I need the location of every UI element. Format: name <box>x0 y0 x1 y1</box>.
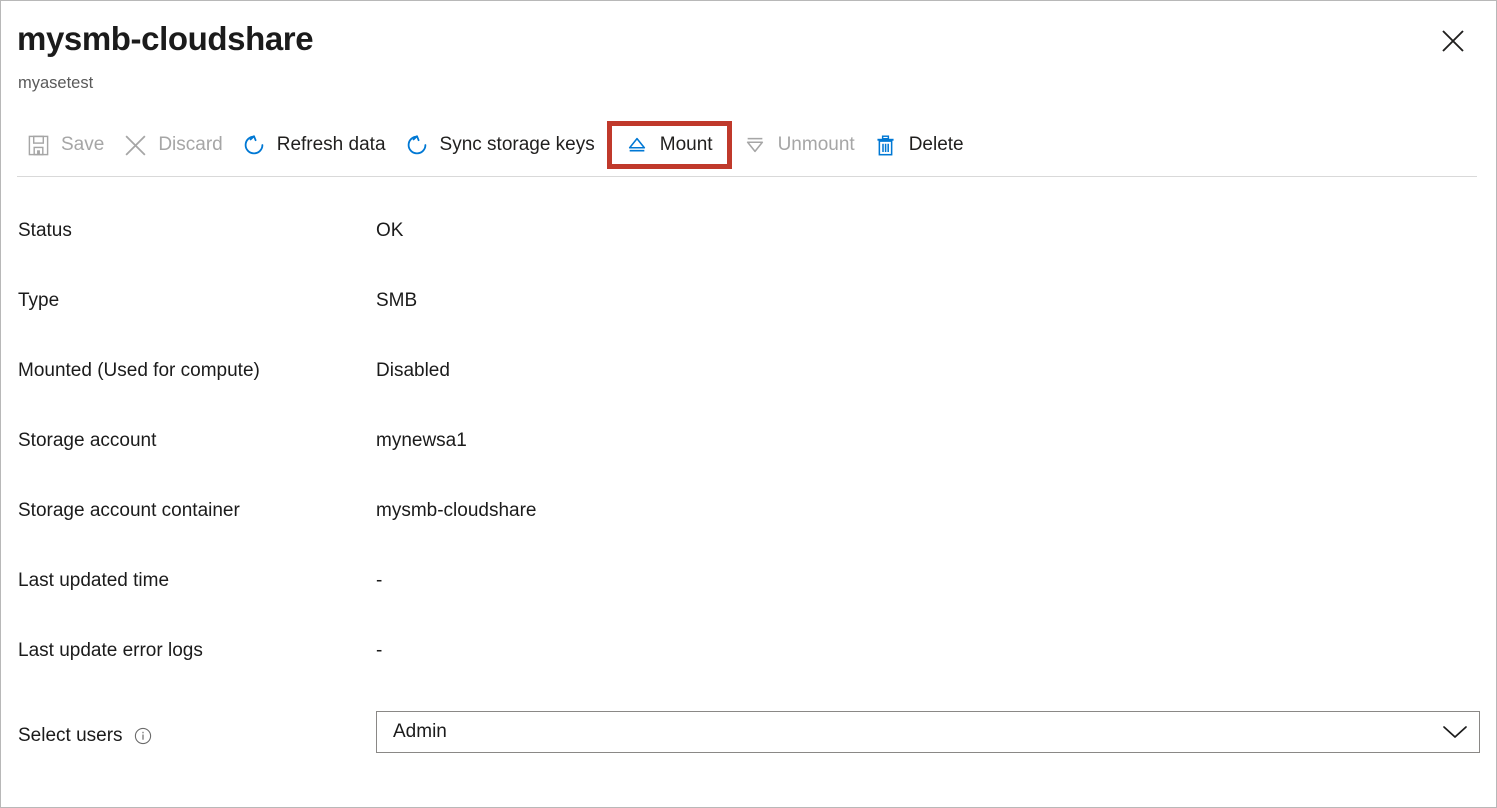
save-button[interactable]: Save <box>17 121 114 169</box>
save-label: Save <box>61 133 104 157</box>
property-value: mysmb-cloudshare <box>376 498 537 524</box>
share-details-panel: mysmb-cloudshare myasetest Save <box>0 0 1497 808</box>
unmount-icon <box>742 132 768 158</box>
property-label: Type <box>18 288 59 314</box>
property-row-status: Status OK <box>1 206 1496 276</box>
refresh-data-button[interactable]: Refresh data <box>233 121 396 169</box>
select-users-row: Select users Admin <box>1 706 1496 766</box>
property-label: Mounted (Used for compute) <box>18 358 260 384</box>
property-row-last-updated-time: Last updated time - <box>1 556 1496 626</box>
property-row-mounted: Mounted (Used for compute) Disabled <box>1 346 1496 416</box>
close-button[interactable] <box>1432 20 1474 62</box>
property-row-storage-account: Storage account mynewsa1 <box>1 416 1496 486</box>
property-row-storage-account-container: Storage account container mysmb-cloudsha… <box>1 486 1496 556</box>
refresh-icon <box>241 132 267 158</box>
refresh-data-label: Refresh data <box>277 133 386 157</box>
unmount-button[interactable]: Unmount <box>734 121 865 169</box>
property-value: - <box>376 638 382 664</box>
delete-button[interactable]: Delete <box>865 121 974 169</box>
mount-eject-icon <box>624 132 650 158</box>
select-users-label: Select users <box>18 723 123 749</box>
property-row-last-update-error-logs: Last update error logs - <box>1 626 1496 696</box>
delete-trash-icon <box>873 132 899 158</box>
toolbar-divider <box>17 176 1477 177</box>
property-value: SMB <box>376 288 417 314</box>
close-icon <box>1441 29 1465 53</box>
sync-storage-keys-label: Sync storage keys <box>440 133 595 157</box>
property-value: - <box>376 568 382 594</box>
select-users-label-group: Select users <box>18 723 152 749</box>
property-row-type: Type SMB <box>1 276 1496 346</box>
property-label: Storage account container <box>18 498 240 524</box>
panel-header: mysmb-cloudshare myasetest <box>1 1 1496 111</box>
property-label: Status <box>18 218 72 244</box>
property-value: OK <box>376 218 403 244</box>
mount-label: Mount <box>660 133 713 157</box>
property-label: Last update error logs <box>18 638 203 664</box>
mount-button[interactable]: Mount <box>607 121 732 169</box>
page-title: mysmb-cloudshare <box>17 17 313 61</box>
property-label: Last updated time <box>18 568 169 594</box>
sync-icon <box>404 132 430 158</box>
unmount-label: Unmount <box>778 133 855 157</box>
delete-label: Delete <box>909 133 964 157</box>
property-value: mynewsa1 <box>376 428 467 454</box>
discard-icon <box>122 132 148 158</box>
chevron-down-icon <box>1431 712 1479 752</box>
sync-storage-keys-button[interactable]: Sync storage keys <box>396 121 605 169</box>
command-toolbar: Save Discard Refresh data <box>17 121 974 169</box>
discard-label: Discard <box>158 133 222 157</box>
info-icon[interactable] <box>134 727 152 745</box>
select-users-value: Admin <box>377 720 1431 744</box>
property-label: Storage account <box>18 428 156 454</box>
properties-list: Status OK Type SMB Mounted (Used for com… <box>1 206 1496 696</box>
discard-button[interactable]: Discard <box>114 121 232 169</box>
save-icon <box>25 132 51 158</box>
page-subtitle: myasetest <box>18 71 93 95</box>
property-value: Disabled <box>376 358 450 384</box>
select-users-dropdown[interactable]: Admin <box>376 711 1480 753</box>
